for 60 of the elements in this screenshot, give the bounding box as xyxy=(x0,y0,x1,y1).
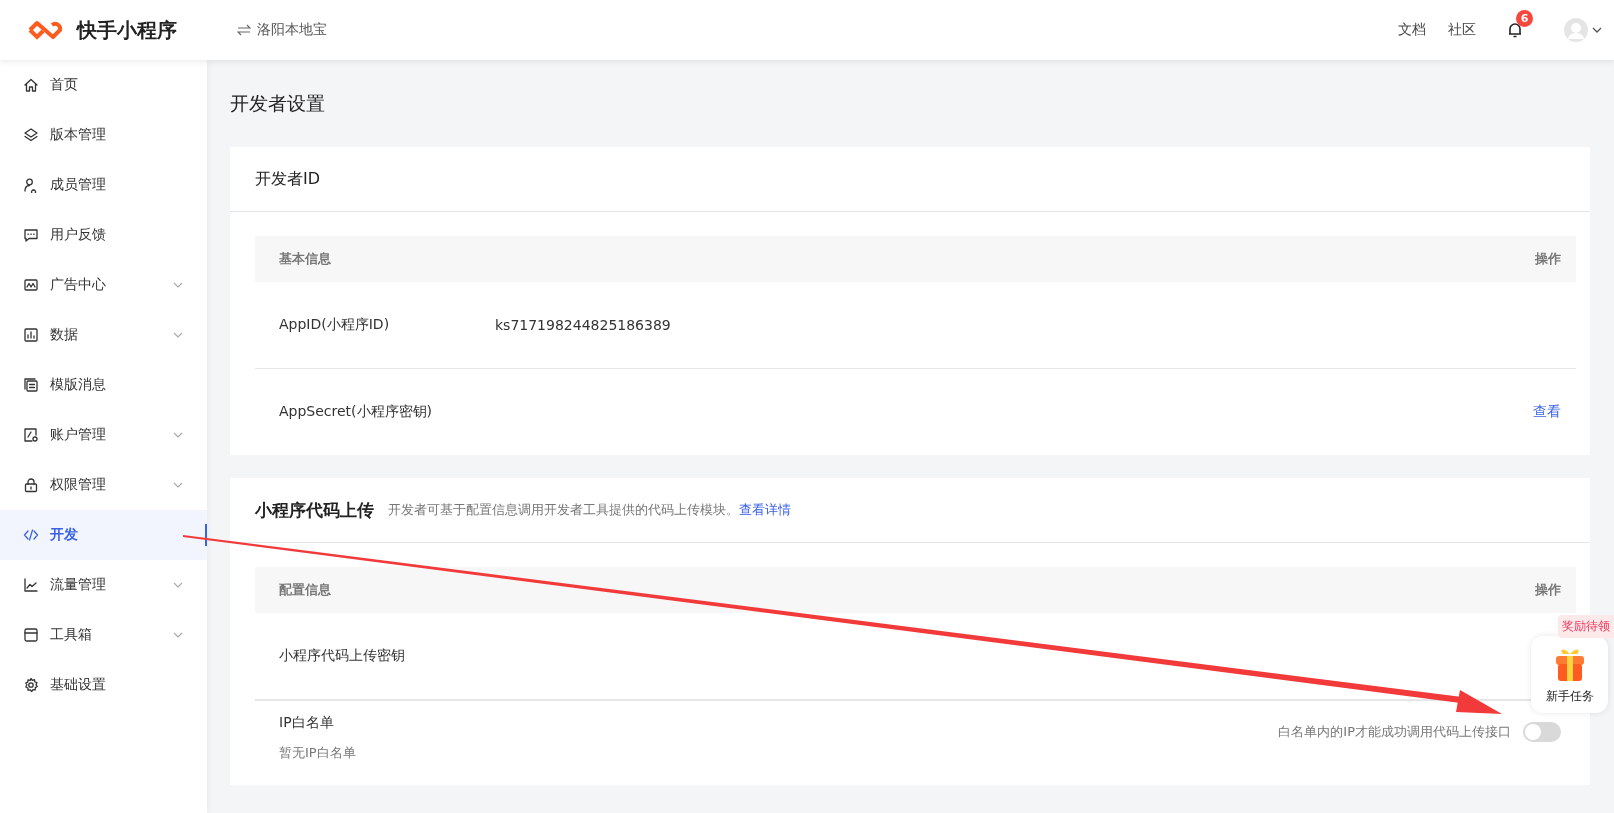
sidebar-item[interactable]: 权限管理 xyxy=(0,460,207,510)
sidebar-item[interactable]: 版本管理 xyxy=(0,110,207,160)
gear-icon xyxy=(23,677,39,693)
card-description: 开发者可基于配置信息调用开发者工具提供的代码上传模块。查看详情 xyxy=(388,501,791,519)
switch-icon[interactable] xyxy=(237,24,251,36)
row-label: AppID(小程序ID) xyxy=(279,316,391,334)
home-icon xyxy=(23,77,39,93)
sidebar-item[interactable]: 用户反馈 xyxy=(0,210,207,260)
widget-label: 新手任务 xyxy=(1545,688,1594,705)
sidebar-item[interactable]: 模版消息 xyxy=(0,360,207,410)
table-header: 操作 xyxy=(1535,581,1561,599)
page-title: 开发者设置 xyxy=(230,91,326,116)
sidebar-item[interactable]: 成员管理 xyxy=(0,160,207,210)
chevron-icon xyxy=(173,482,183,488)
view-link[interactable]: 查看 xyxy=(1533,403,1561,421)
code-icon xyxy=(23,527,39,543)
brand-title: 快手小程序 xyxy=(77,16,177,44)
user-icon xyxy=(23,177,39,193)
bell-icon[interactable] xyxy=(1506,21,1524,39)
trend-icon xyxy=(23,577,39,593)
toggle-switch[interactable] xyxy=(1523,722,1561,742)
sidebar-item[interactable]: 数据 xyxy=(0,310,207,360)
reward-tag: 奖励待领 xyxy=(1558,615,1614,638)
sidebar-item[interactable]: 广告中心 xyxy=(0,260,207,310)
card-title: 小程序代码上传 xyxy=(255,498,374,522)
notification-badge: 6 xyxy=(1516,10,1533,27)
active-indicator xyxy=(205,524,207,546)
lock-icon xyxy=(23,477,39,493)
sidebar-item[interactable]: 账户管理 xyxy=(0,410,207,460)
row-label: 小程序代码上传密钥 xyxy=(279,647,406,665)
chevron-icon xyxy=(173,632,183,638)
copy-icon xyxy=(23,377,39,393)
logo-icon xyxy=(28,19,64,41)
header-link[interactable]: 社区 xyxy=(1448,21,1476,39)
chevron-icon xyxy=(173,432,183,438)
sidebar-item[interactable]: 基础设置 xyxy=(0,660,207,710)
sidebar-item[interactable]: 首页 xyxy=(0,60,207,110)
chat-icon xyxy=(23,227,39,243)
table-header: 操作 xyxy=(1535,250,1561,268)
sidebar-item[interactable]: 开发 xyxy=(0,510,207,560)
chevron-icon xyxy=(173,282,183,288)
chevron-icon xyxy=(173,582,183,588)
sidebar-item[interactable]: 工具箱 xyxy=(0,610,207,660)
layers-icon xyxy=(23,127,39,143)
card-title: 开发者ID xyxy=(255,168,321,190)
task-widget[interactable]: 新手任务 xyxy=(1531,636,1608,713)
chevron-icon xyxy=(173,332,183,338)
row-label: IP白名单 xyxy=(279,714,335,732)
row-label: AppSecret(小程序密钥) xyxy=(279,403,434,421)
header-link[interactable]: 文档 xyxy=(1398,21,1426,39)
empty-text: 暂无IP白名单 xyxy=(279,744,357,762)
row-value: ks717198244825186389 xyxy=(495,317,671,333)
whitelist-hint: 白名单内的IP才能成功调用代码上传接口 xyxy=(1278,723,1511,741)
sidebar-item[interactable]: 流量管理 xyxy=(0,560,207,610)
table-header: 配置信息 xyxy=(279,581,331,599)
caret-icon[interactable] xyxy=(1592,26,1602,34)
chart-icon xyxy=(23,327,39,343)
table-header: 基本信息 xyxy=(279,250,331,268)
app-name[interactable]: 洛阳本地宝 xyxy=(257,21,327,39)
details-link[interactable]: 查看详情 xyxy=(739,502,791,517)
